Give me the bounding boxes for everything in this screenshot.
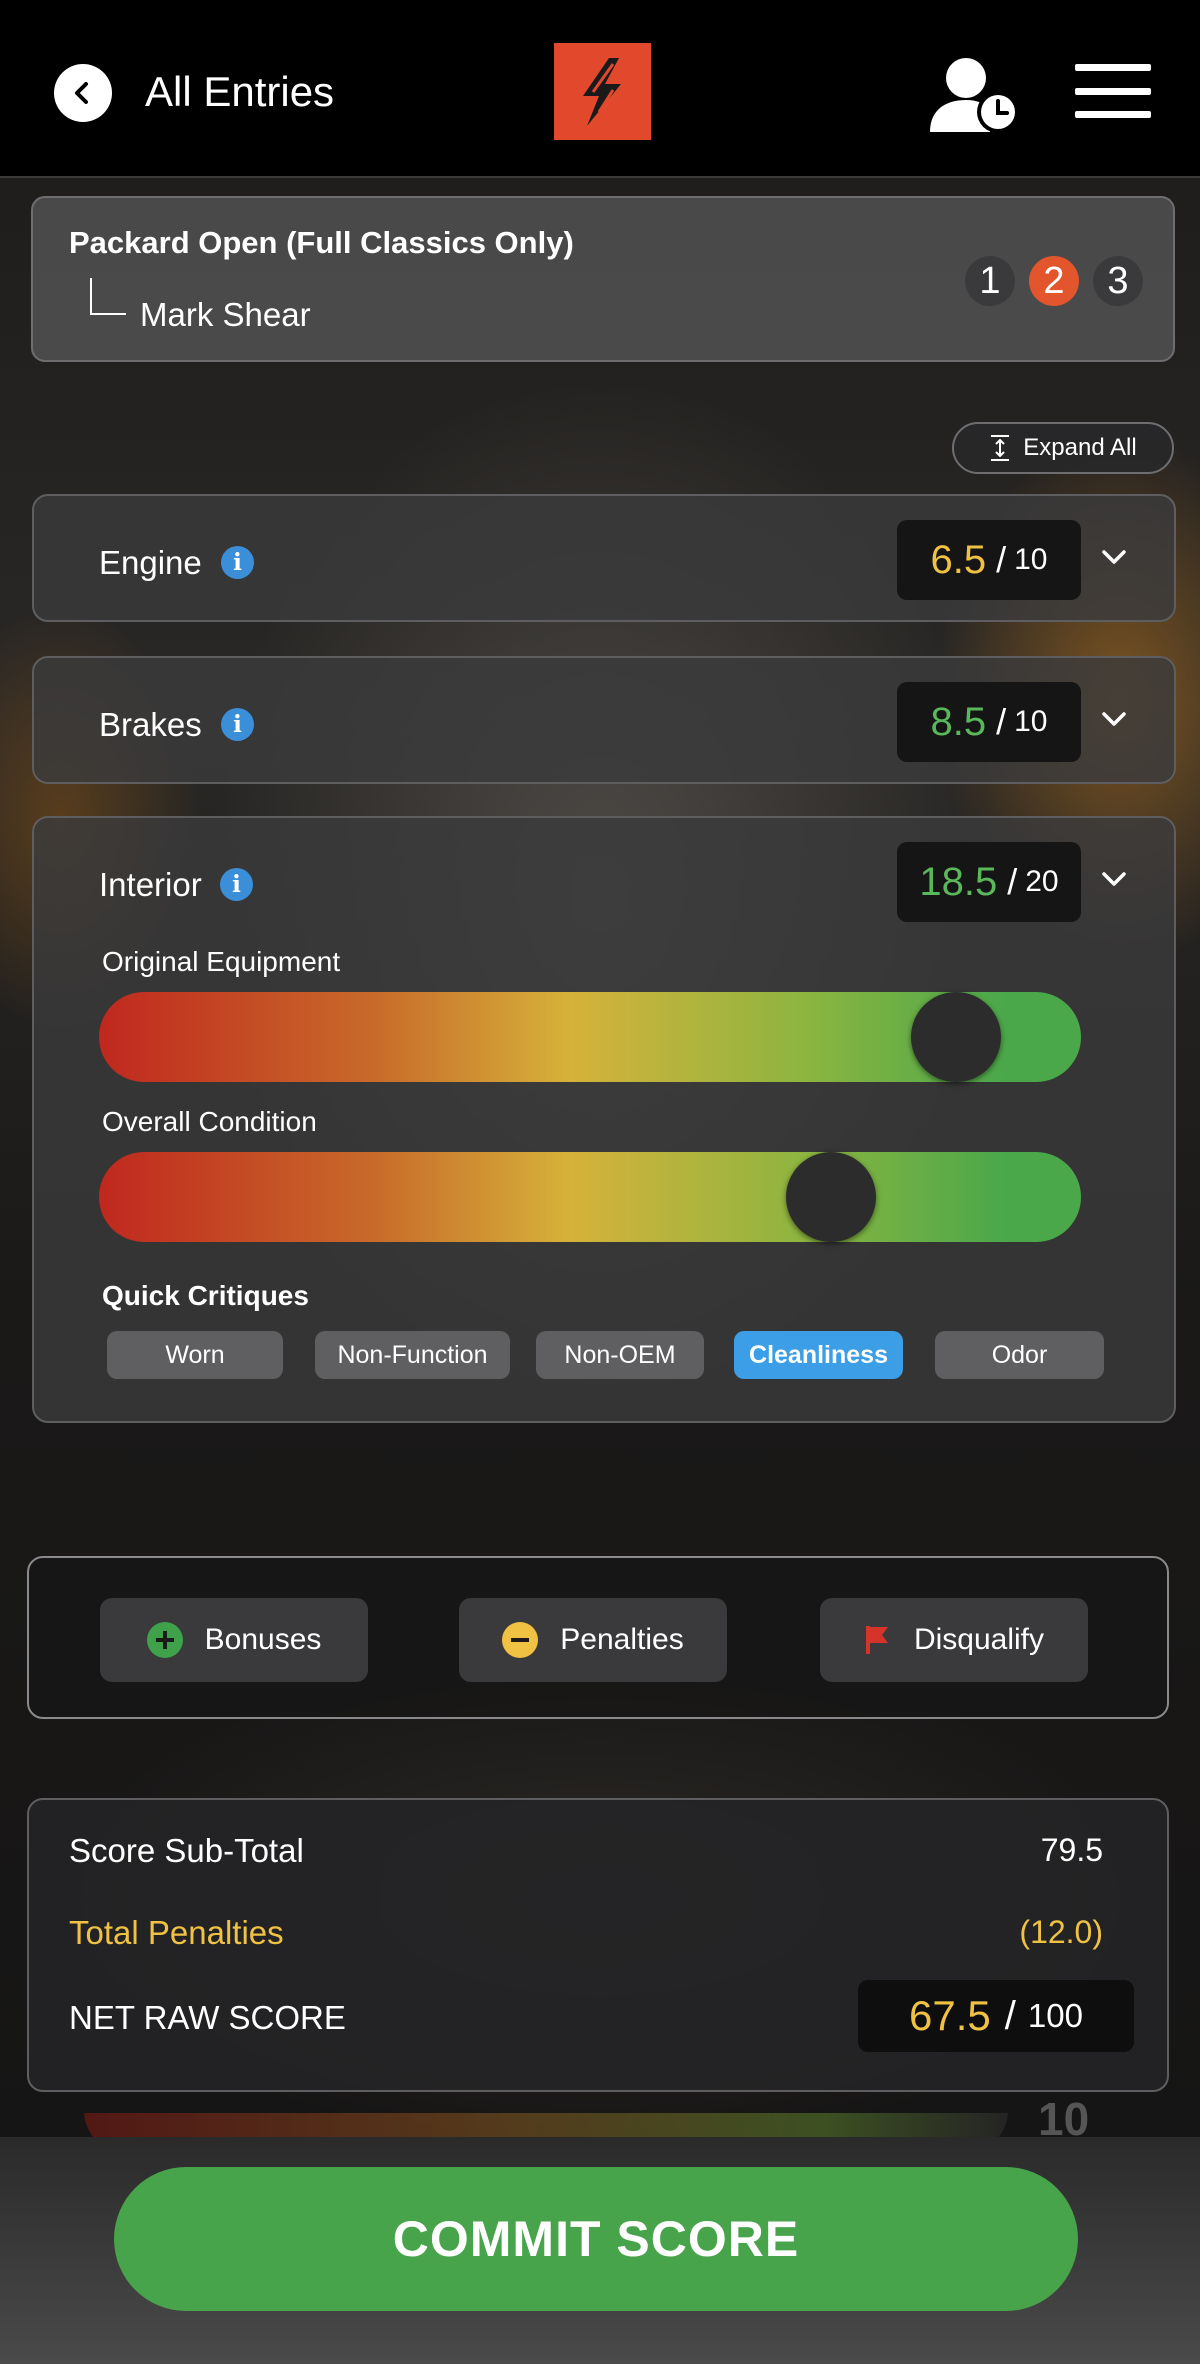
entry-card: Packard Open (Full Classics Only) Mark S…	[31, 196, 1175, 362]
chevron-left-icon	[75, 82, 88, 104]
critique-chip-cleanliness[interactable]: Cleanliness	[734, 1331, 903, 1379]
category-name: Engine	[99, 544, 202, 581]
subtotal-value: 79.5	[1040, 1832, 1103, 1868]
score-separator: /	[1007, 861, 1018, 902]
score-value: 18.5	[919, 859, 998, 904]
slider-overall-condition[interactable]	[99, 1152, 1081, 1242]
quick-critiques-title: Quick Critiques	[102, 1280, 309, 1311]
chevron-down-icon[interactable]	[1099, 867, 1129, 891]
adjustments-panel: Bonuses Penalties Disqualify	[27, 1556, 1169, 1719]
info-icon[interactable]: i	[221, 708, 254, 741]
category-score: 8.5 / 10	[897, 682, 1081, 762]
commit-score-button[interactable]: COMMIT SCORE	[114, 2167, 1078, 2311]
disqualify-label: Disqualify	[913, 1623, 1045, 1656]
penalties-label: Penalties	[560, 1623, 684, 1656]
step-3[interactable]: 3	[1093, 256, 1143, 306]
slider-label-overall-condition: Overall Condition	[102, 1106, 317, 1137]
plus-circle-icon	[146, 1622, 183, 1658]
score-separator: /	[996, 701, 1007, 742]
critique-chip-odor[interactable]: Odor	[935, 1331, 1104, 1379]
slider-handle[interactable]	[786, 1152, 876, 1242]
logo	[554, 43, 651, 140]
lightning-logo-icon	[582, 57, 621, 126]
category-engine[interactable]: Engine i 6.5 / 10	[32, 494, 1176, 622]
penalties-total-label: Total Penalties	[69, 1914, 284, 1951]
chevron-down-icon[interactable]	[1099, 707, 1129, 731]
net-score-value: 67.5	[909, 1992, 991, 2039]
score-summary: Score Sub-Total 79.5 Total Penalties (12…	[27, 1798, 1169, 2092]
user-clock-icon	[930, 58, 1019, 133]
critique-chip-non-oem[interactable]: Non-OEM	[536, 1331, 704, 1379]
tree-connector	[90, 278, 126, 315]
disqualify-button[interactable]: Disqualify	[820, 1598, 1088, 1682]
step-indicator: 1 2 3	[965, 256, 1143, 306]
menu-button[interactable]	[1075, 64, 1151, 118]
category-brakes[interactable]: Brakes i 8.5 / 10	[32, 656, 1176, 784]
net-score-label: NET RAW SCORE	[69, 1999, 346, 2036]
expand-all-label: Expand All	[1023, 434, 1137, 461]
menu-icon	[1075, 64, 1151, 71]
app-header: All Entries	[0, 0, 1200, 178]
critique-chip-worn[interactable]: Worn	[107, 1331, 283, 1379]
minus-circle-icon	[502, 1622, 539, 1658]
step-2[interactable]: 2	[1029, 256, 1079, 306]
score-max: 20	[1025, 865, 1059, 898]
slider-original-equipment[interactable]	[99, 992, 1081, 1082]
score-value: 6.5	[930, 537, 987, 582]
judge-name: Mark Shear	[140, 296, 311, 333]
score-separator: /	[1004, 1993, 1016, 2038]
category-score: 18.5 / 20	[897, 842, 1081, 922]
slider-label-original-equipment: Original Equipment	[102, 946, 341, 977]
step-1[interactable]: 1	[965, 256, 1015, 306]
expand-vertical-icon	[991, 435, 1010, 461]
subtotal-label: Score Sub-Total	[69, 1832, 304, 1869]
score-max: 10	[1014, 543, 1048, 576]
critique-chip-non-function[interactable]: Non-Function	[315, 1331, 510, 1379]
chevron-down-icon[interactable]	[1099, 545, 1129, 569]
penalties-button[interactable]: Penalties	[459, 1598, 727, 1682]
bonuses-label: Bonuses	[204, 1623, 322, 1656]
user-history-button[interactable]	[928, 56, 1020, 134]
net-score-max: 100	[1027, 1997, 1083, 2034]
slider-handle[interactable]	[911, 992, 1001, 1082]
class-title: Packard Open (Full Classics Only)	[69, 225, 574, 260]
score-separator: /	[996, 539, 1007, 580]
back-button[interactable]	[54, 64, 112, 122]
back-label[interactable]: All Entries	[145, 68, 334, 116]
category-score: 6.5 / 10	[897, 520, 1081, 600]
category-header[interactable]: Interior i 18.5 / 20	[34, 818, 1174, 944]
score-value: 8.5	[930, 699, 987, 744]
info-icon[interactable]: i	[220, 868, 253, 901]
category-header[interactable]: Engine i 6.5 / 10	[34, 496, 1174, 622]
category-header[interactable]: Brakes i 8.5 / 10	[34, 658, 1174, 784]
category-interior: Interior i 18.5 / 20 Original Equipment …	[32, 816, 1176, 1423]
net-score: 67.5 / 100	[858, 1980, 1134, 2052]
menu-icon-bar	[1075, 87, 1151, 95]
bonuses-button[interactable]: Bonuses	[100, 1598, 368, 1682]
score-max: 10	[1014, 705, 1048, 738]
penalties-total-value: (12.0)	[1019, 1914, 1103, 1950]
expand-all-button[interactable]: Expand All	[952, 422, 1174, 474]
category-name: Interior	[99, 866, 202, 903]
menu-icon-bar	[1075, 111, 1151, 118]
info-icon[interactable]: i	[221, 546, 254, 579]
footer-bar: COMMIT SCORE	[0, 2137, 1200, 2364]
category-name: Brakes	[99, 706, 202, 743]
flag-icon	[865, 1626, 888, 1654]
